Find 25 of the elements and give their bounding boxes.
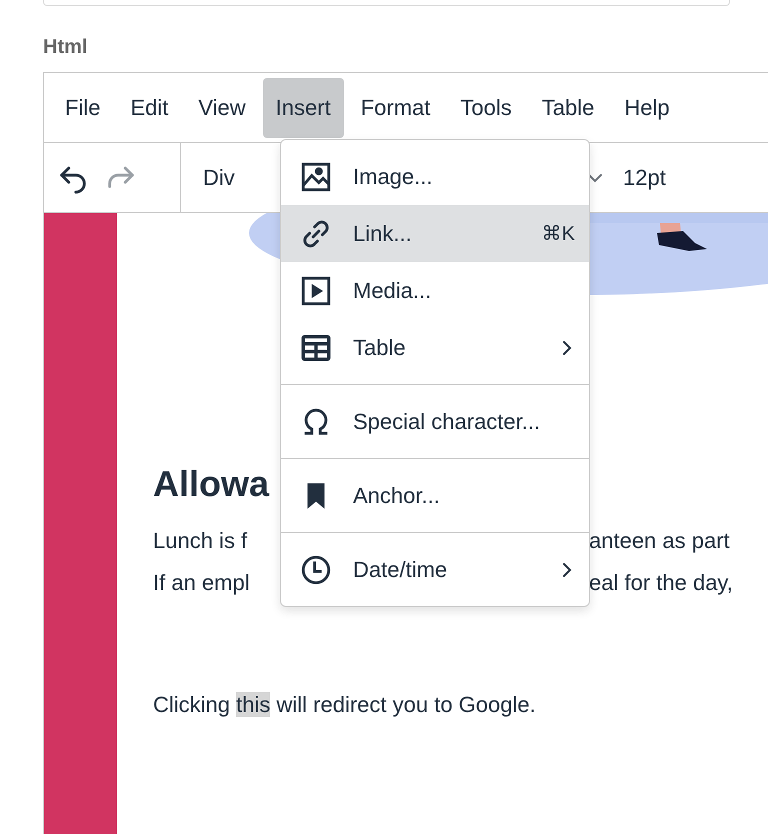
menu-item[interactable]: Special character... (281, 393, 589, 450)
menu-item[interactable]: Media... (281, 262, 589, 319)
font-size-select[interactable]: 12pt (623, 164, 666, 190)
menu-tab[interactable]: Format (348, 78, 444, 138)
menu-tab[interactable]: Help (611, 78, 683, 138)
paragraph-text: eal for the day, (589, 570, 734, 596)
menu-tab[interactable]: Edit (117, 78, 182, 138)
shortcut-text: ⌘K (542, 222, 575, 246)
paragraph-text: If an empl (153, 570, 250, 596)
menu-tab[interactable]: File (52, 78, 114, 138)
menu-tab[interactable]: Table (528, 78, 608, 138)
menu-tab[interactable]: Insert (262, 78, 344, 138)
menu-tab[interactable]: View (185, 78, 259, 138)
menu-tab[interactable]: Tools (447, 78, 525, 138)
paragraph-text: Clicking this will redirect you to Google. (153, 692, 537, 718)
menu-item[interactable]: Anchor... (281, 467, 589, 524)
section-heading: Allowa (153, 462, 270, 506)
text-field[interactable] (43, 0, 730, 6)
paragraph-text: Lunch is f (153, 528, 248, 554)
menu-item[interactable]: Image... (281, 148, 589, 205)
field-label: Html (43, 36, 88, 60)
menu-item[interactable]: Link... ⌘K (281, 205, 589, 262)
paragraph-text: anteen as part (589, 528, 731, 554)
menu-item[interactable]: Table (281, 319, 589, 376)
menu-item[interactable]: Date/time (281, 541, 589, 598)
